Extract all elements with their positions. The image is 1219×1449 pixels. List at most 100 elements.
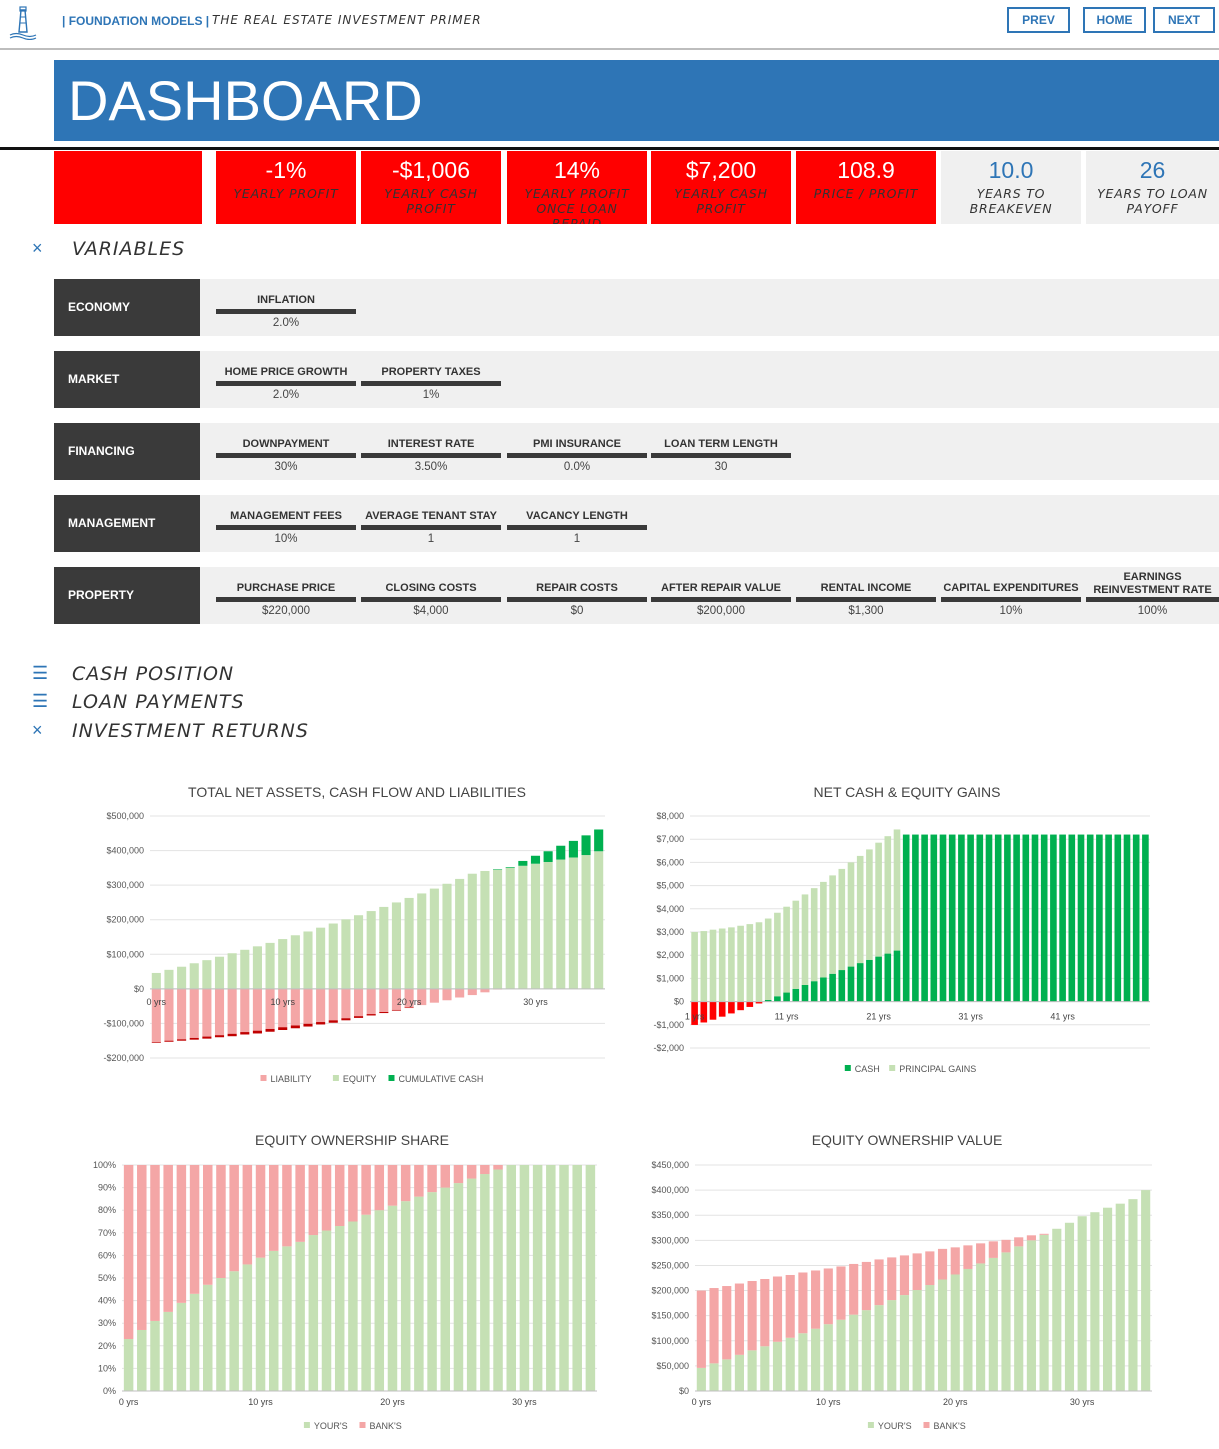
var-slider[interactable] bbox=[651, 597, 791, 602]
x-tick-label: 11 yrs bbox=[775, 1012, 799, 1022]
var-value[interactable]: 2.0% bbox=[216, 389, 356, 401]
prev-button[interactable]: PREV bbox=[1007, 7, 1070, 33]
x-tick-label: 20 yrs bbox=[943, 1397, 968, 1407]
bar-equity bbox=[505, 867, 515, 989]
var-slider[interactable] bbox=[507, 597, 647, 602]
bar-bank-s bbox=[466, 1165, 477, 1179]
expand-cash-position-icon[interactable]: ☰ bbox=[32, 663, 48, 684]
bar-bank-s bbox=[480, 1165, 490, 1175]
var-downpayment[interactable]: DOWNPAYMENT 30% bbox=[216, 437, 356, 473]
var-slider[interactable] bbox=[216, 381, 356, 386]
collapse-variables-icon[interactable]: × bbox=[32, 238, 43, 259]
y-tick-label: $100,000 bbox=[651, 1336, 689, 1346]
var-value[interactable]: 30% bbox=[216, 461, 356, 473]
var-value[interactable]: $4,000 bbox=[361, 605, 501, 617]
var-property-taxes[interactable]: PROPERTY TAXES 1% bbox=[361, 365, 501, 401]
var-slider[interactable] bbox=[216, 453, 356, 458]
y-tick-label: $5,000 bbox=[656, 881, 684, 891]
bar-your-s bbox=[1090, 1212, 1100, 1391]
var-value[interactable]: 10% bbox=[941, 605, 1081, 617]
var-loan-term-length[interactable]: LOAN TERM LENGTH 30 bbox=[651, 437, 791, 473]
bar-bank-s bbox=[722, 1286, 732, 1360]
loan-payments-section-title[interactable]: LOAN PAYMENTS bbox=[72, 691, 245, 713]
bar-your-s bbox=[874, 1305, 884, 1391]
bar-cumulative-cash bbox=[543, 851, 553, 862]
investment-returns-section-title[interactable]: INVESTMENT RETURNS bbox=[72, 720, 309, 742]
collapse-investment-returns-icon[interactable]: × bbox=[32, 720, 43, 741]
var-value[interactable]: 1 bbox=[361, 533, 501, 545]
chart-title-ownership-value: EQUITY OWNERSHIP VALUE bbox=[811, 1132, 1003, 1148]
var-slider[interactable] bbox=[796, 597, 936, 602]
var-slider[interactable] bbox=[361, 381, 501, 386]
var-value[interactable]: 2.0% bbox=[216, 317, 356, 329]
var-repair-costs[interactable]: REPAIR COSTS $0 bbox=[507, 581, 647, 617]
bar-your-s bbox=[255, 1257, 266, 1391]
var-capital-expenditures[interactable]: CAPITAL EXPENDITURES 10% bbox=[941, 581, 1081, 617]
var-value[interactable]: $220,000 bbox=[216, 605, 356, 617]
bar-bank-s bbox=[453, 1165, 464, 1184]
bar-your-s bbox=[440, 1187, 451, 1391]
var-closing-costs[interactable]: CLOSING COSTS $4,000 bbox=[361, 581, 501, 617]
cash-position-section-title[interactable]: CASH POSITION bbox=[72, 663, 234, 685]
var-slider[interactable] bbox=[216, 309, 356, 314]
var-slider[interactable] bbox=[361, 453, 501, 458]
bar-your-s bbox=[480, 1174, 490, 1391]
variables-section-title[interactable]: VARIABLES bbox=[72, 238, 185, 260]
var-slider[interactable] bbox=[507, 525, 647, 530]
bar-bank-s bbox=[493, 1165, 503, 1170]
bar-liability bbox=[278, 988, 288, 1028]
var-value[interactable]: 30 bbox=[651, 461, 791, 473]
var-home-price-growth[interactable]: HOME PRICE GROWTH 2.0% bbox=[216, 365, 356, 401]
bar-cumulative-cash bbox=[391, 1009, 402, 1011]
bar-cumulative-cash bbox=[227, 1033, 237, 1037]
bar-your-s bbox=[189, 1293, 200, 1391]
kpi-label: YEARLY PROFIT bbox=[233, 186, 339, 201]
var-inflation[interactable]: INFLATION 2.0% bbox=[216, 293, 356, 329]
var-management-fees[interactable]: MANAGEMENT FEES 10% bbox=[216, 509, 356, 545]
next-button[interactable]: NEXT bbox=[1153, 7, 1215, 33]
var-average-tenant-stay[interactable]: AVERAGE TENANT STAY 1 bbox=[361, 509, 501, 545]
var-slider[interactable] bbox=[361, 525, 501, 530]
legend-label: BANK'S bbox=[934, 1421, 966, 1431]
var-slider[interactable] bbox=[507, 453, 647, 458]
bar-bank-s bbox=[242, 1165, 253, 1265]
expand-loan-payments-icon[interactable]: ☰ bbox=[32, 691, 48, 712]
var-vacancy-length[interactable]: VACANCY LENGTH 1 bbox=[507, 509, 647, 545]
var-slider[interactable] bbox=[361, 597, 501, 602]
var-pmi-insurance[interactable]: PMI INSURANCE 0.0% bbox=[507, 437, 647, 473]
var-slider[interactable] bbox=[216, 597, 356, 602]
y-tick-label: 20% bbox=[98, 1341, 116, 1351]
bar-bank-s bbox=[976, 1243, 986, 1264]
var-value[interactable]: 10% bbox=[216, 533, 356, 545]
y-tick-label: 80% bbox=[98, 1205, 116, 1215]
bar-equity bbox=[391, 902, 402, 989]
var-value[interactable]: 0.0% bbox=[507, 461, 647, 473]
var-value[interactable]: 3.50% bbox=[361, 461, 501, 473]
var-value[interactable]: 1% bbox=[361, 389, 501, 401]
chart-net-cash-equity: -$2,000 -$1,000 $0 $1,000 $2,000 $3,000 $4,000… bbox=[653, 811, 1150, 1074]
bar-bank-s bbox=[912, 1253, 922, 1291]
var-earnings-reinvestment-rate[interactable]: EARNINGS REINVESTMENT RATE 100% bbox=[1086, 571, 1219, 617]
var-value[interactable]: $0 bbox=[507, 605, 647, 617]
var-after-repair-value[interactable]: AFTER REPAIR VALUE $200,000 bbox=[651, 581, 791, 617]
var-value[interactable]: 100% bbox=[1086, 605, 1219, 617]
divider bbox=[0, 147, 1219, 150]
var-interest-rate[interactable]: INTEREST RATE 3.50% bbox=[361, 437, 501, 473]
var-value[interactable]: $1,300 bbox=[796, 605, 936, 617]
bar-liability bbox=[240, 988, 250, 1033]
var-name: DOWNPAYMENT bbox=[242, 438, 330, 450]
home-button[interactable]: HOME bbox=[1083, 7, 1146, 33]
var-slider[interactable] bbox=[1086, 597, 1219, 602]
var-slider[interactable] bbox=[941, 597, 1081, 602]
bar-your-s bbox=[321, 1230, 332, 1391]
bar-your-s bbox=[1026, 1240, 1036, 1391]
var-rental-income[interactable]: RENTAL INCOME $1,300 bbox=[796, 581, 936, 617]
var-value[interactable]: 1 bbox=[507, 533, 647, 545]
var-slider[interactable] bbox=[216, 525, 356, 530]
bar-principal-gains bbox=[737, 925, 744, 1002]
var-slider[interactable] bbox=[651, 453, 791, 458]
bar-bank-s bbox=[1001, 1239, 1011, 1253]
var-value[interactable]: $200,000 bbox=[651, 605, 791, 617]
bar-principal-gains bbox=[829, 875, 836, 974]
var-purchase-price[interactable]: PURCHASE PRICE $220,000 bbox=[216, 581, 356, 617]
